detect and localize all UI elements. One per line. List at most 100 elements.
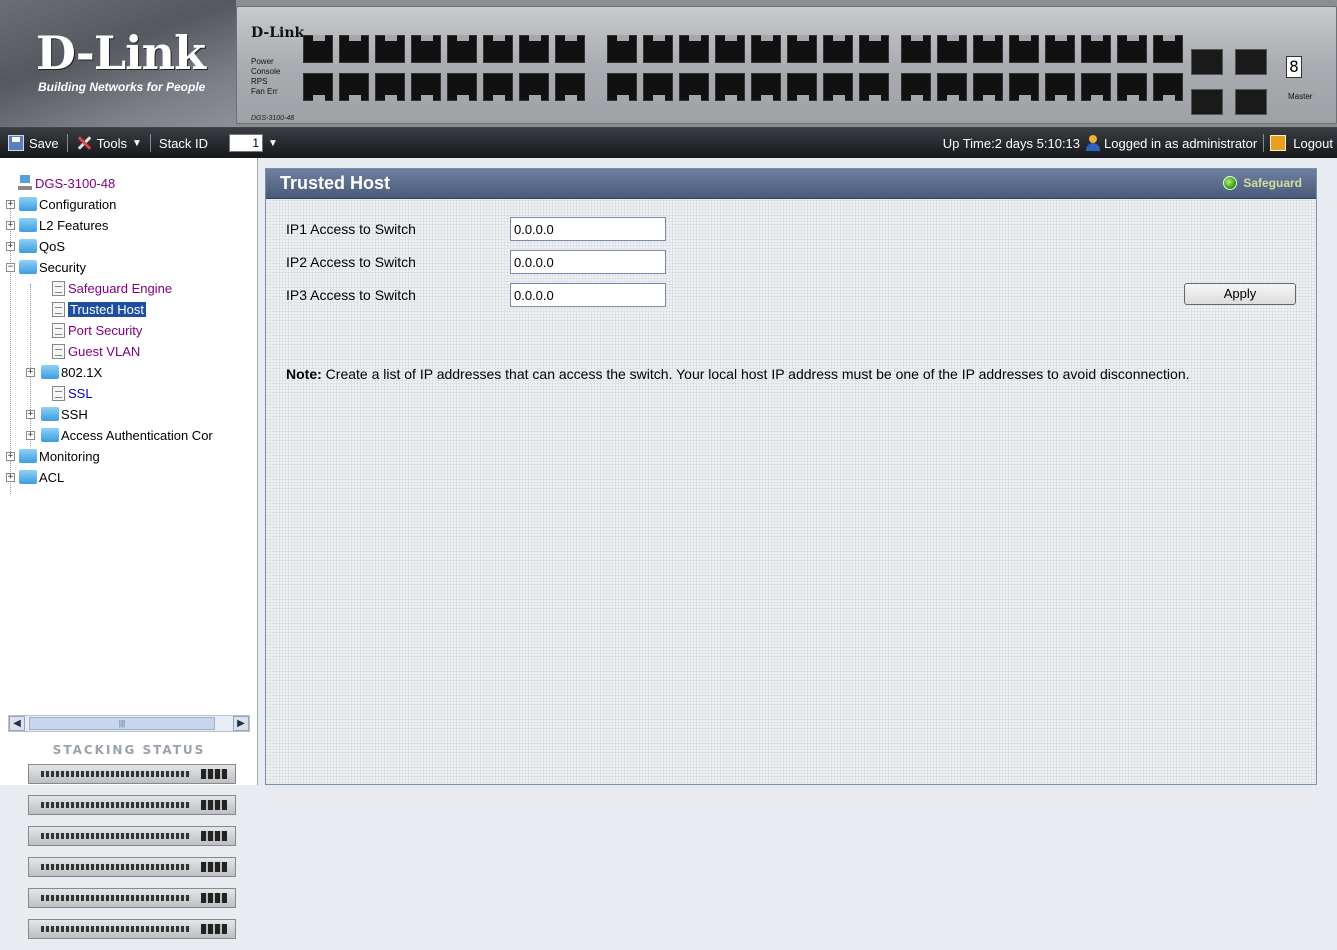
tree-item-guest-vlan[interactable]: Guest VLAN — [52, 342, 140, 360]
stack-unit[interactable] — [28, 919, 236, 939]
stack-unit[interactable] — [28, 795, 236, 815]
port[interactable] — [303, 73, 333, 101]
port[interactable] — [751, 35, 781, 63]
port[interactable] — [1045, 73, 1075, 101]
sfp-port[interactable] — [1191, 49, 1223, 75]
stack-unit[interactable] — [28, 764, 236, 784]
port[interactable] — [375, 35, 405, 63]
port[interactable] — [339, 73, 369, 101]
port[interactable] — [607, 73, 637, 101]
expand-icon[interactable]: + — [6, 451, 15, 461]
port[interactable] — [411, 73, 441, 101]
collapse-icon[interactable]: − — [6, 262, 15, 272]
port[interactable] — [607, 35, 637, 63]
port[interactable] — [483, 73, 513, 101]
port[interactable] — [375, 73, 405, 101]
stack-unit[interactable] — [28, 826, 236, 846]
port[interactable] — [1153, 73, 1183, 101]
port[interactable] — [1009, 35, 1039, 63]
port[interactable] — [555, 35, 585, 63]
port[interactable] — [519, 35, 549, 63]
tree-horizontal-scrollbar[interactable]: ◀ ||| ▶ — [8, 715, 250, 732]
expand-icon[interactable]: + — [6, 199, 15, 209]
tree-item-trusted-host[interactable]: Trusted Host — [52, 300, 146, 318]
tree-item-ssl[interactable]: SSL — [52, 384, 93, 402]
port[interactable] — [303, 35, 333, 63]
expand-icon[interactable]: + — [26, 367, 35, 377]
tree-item-ssh[interactable]: + SSH — [26, 405, 88, 423]
ip2-input[interactable] — [510, 250, 666, 274]
save-button[interactable]: Save — [0, 128, 67, 158]
tree-root[interactable]: DGS-3100-48 — [18, 174, 115, 192]
ip1-input[interactable] — [510, 217, 666, 241]
ip3-input[interactable] — [510, 283, 666, 307]
port[interactable] — [643, 35, 673, 63]
port[interactable] — [1009, 73, 1039, 101]
tree-item-safeguard-engine[interactable]: Safeguard Engine — [52, 279, 172, 297]
port[interactable] — [715, 73, 745, 101]
tree-item-8021x[interactable]: + 802.1X — [26, 363, 102, 381]
port[interactable] — [447, 73, 477, 101]
page-icon — [52, 280, 65, 296]
port[interactable] — [411, 35, 441, 63]
port[interactable] — [679, 73, 709, 101]
port[interactable] — [859, 73, 889, 101]
folder-icon — [41, 428, 59, 442]
tree-item-port-security[interactable]: Port Security — [52, 321, 142, 339]
apply-button[interactable]: Apply — [1184, 283, 1296, 305]
switch-front-panel: D-Link Power Console RPS Fan Err DGS-310… — [236, 6, 1337, 124]
stack-unit[interactable] — [28, 888, 236, 908]
port[interactable] — [715, 35, 745, 63]
port[interactable] — [519, 73, 549, 101]
chevron-down-icon[interactable]: ▼ — [268, 138, 278, 149]
port[interactable] — [823, 35, 853, 63]
tree-item-security[interactable]: − Security — [6, 258, 86, 276]
expand-icon[interactable]: + — [26, 430, 35, 440]
port[interactable] — [973, 73, 1003, 101]
port[interactable] — [1153, 35, 1183, 63]
stack-unit[interactable] — [28, 857, 236, 877]
port[interactable] — [937, 73, 967, 101]
port[interactable] — [937, 35, 967, 63]
scroll-right-button[interactable]: ▶ — [233, 716, 249, 731]
expand-icon[interactable]: + — [6, 220, 15, 230]
port[interactable] — [901, 73, 931, 101]
note-label: Note: — [286, 366, 322, 382]
port[interactable] — [483, 35, 513, 63]
logout-button[interactable]: Logout — [1264, 128, 1337, 158]
tree-item-qos[interactable]: + QoS — [6, 237, 65, 255]
port[interactable] — [1045, 35, 1075, 63]
port[interactable] — [643, 73, 673, 101]
tools-menu[interactable]: Tools ▼ — [68, 128, 150, 158]
port[interactable] — [787, 35, 817, 63]
port[interactable] — [339, 35, 369, 63]
tree-item-acl[interactable]: + ACL — [6, 468, 64, 486]
port[interactable] — [1117, 35, 1147, 63]
port[interactable] — [787, 73, 817, 101]
port[interactable] — [901, 35, 931, 63]
stack-id-select[interactable]: 1 — [229, 134, 264, 152]
port[interactable] — [1081, 35, 1111, 63]
sfp-port[interactable] — [1235, 89, 1267, 115]
port[interactable] — [973, 35, 1003, 63]
tree-item-access-authentication[interactable]: + Access Authentication Cor — [26, 426, 213, 444]
sfp-port[interactable] — [1191, 89, 1223, 115]
port[interactable] — [555, 73, 585, 101]
port[interactable] — [679, 35, 709, 63]
tree-label: SSL — [68, 385, 93, 401]
port[interactable] — [823, 73, 853, 101]
port[interactable] — [447, 35, 477, 63]
tree-item-l2-features[interactable]: + L2 Features — [6, 216, 108, 234]
expand-icon[interactable]: + — [6, 472, 15, 482]
port[interactable] — [859, 35, 889, 63]
port[interactable] — [751, 73, 781, 101]
tree-item-configuration[interactable]: + Configuration — [6, 195, 116, 213]
scroll-left-button[interactable]: ◀ — [9, 716, 25, 731]
port[interactable] — [1081, 73, 1111, 101]
scroll-thumb[interactable]: ||| — [29, 717, 215, 730]
port[interactable] — [1117, 73, 1147, 101]
expand-icon[interactable]: + — [6, 241, 15, 251]
expand-icon[interactable]: + — [26, 409, 35, 419]
sfp-port[interactable] — [1235, 49, 1267, 75]
tree-item-monitoring[interactable]: + Monitoring — [6, 447, 100, 465]
